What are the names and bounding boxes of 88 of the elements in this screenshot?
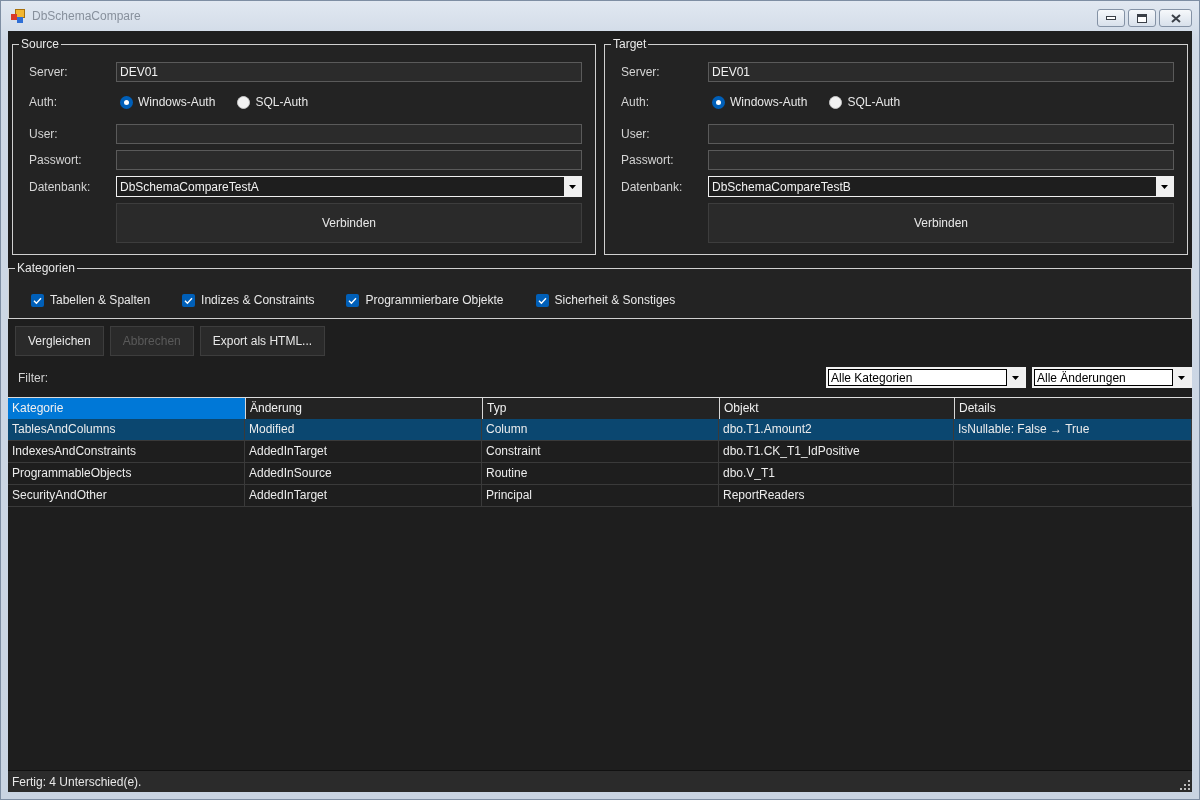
table-row[interactable]: TablesAndColumns Modified Column dbo.T1.Amount2 IsNullable: False → True	[8, 419, 1192, 441]
caret-icon	[1178, 375, 1185, 380]
table-cell: AddedInTarget	[245, 485, 482, 506]
table-cell: Principal	[482, 485, 719, 506]
table-cell: IsNullable: False → True	[954, 419, 1192, 440]
dropdown-button[interactable]	[564, 177, 581, 196]
user-field[interactable]	[116, 124, 582, 144]
connect-button[interactable]: Verbinden	[708, 203, 1174, 243]
caret-icon	[1161, 184, 1168, 189]
dropdown-button[interactable]	[1173, 369, 1190, 386]
field-label: User:	[29, 127, 58, 141]
table-cell: TablesAndColumns	[8, 419, 245, 440]
window-title: DbSchemaCompare	[32, 9, 141, 23]
checkbox-label[interactable]: Programmierbare Objekte	[365, 293, 504, 307]
filter-label: Filter:	[18, 370, 48, 385]
caret-icon	[1012, 375, 1019, 380]
action-button[interactable]: Export als HTML...	[199, 326, 326, 356]
table-cell: Constraint	[482, 441, 719, 462]
table-row[interactable]: IndexesAndConstraints AddedInTarget Constraint dbo.T1.CK_T1_IdPositive	[8, 441, 1192, 463]
filter-dropdown[interactable]: Alle Änderungen	[1032, 367, 1192, 388]
table-cell: Modified	[245, 419, 482, 440]
table-row[interactable]: SecurityAndOther AddedInTarget Principal ReportReaders	[8, 485, 1192, 507]
column-header[interactable]: Kategorie	[8, 398, 245, 419]
field-label: Passwort:	[621, 153, 674, 167]
database-dropdown[interactable]: DbSchemaCompareTestB	[708, 176, 1174, 197]
group-title: Kategorien	[16, 261, 77, 275]
minimize-button[interactable]	[1097, 9, 1125, 27]
user-field[interactable]	[708, 124, 1174, 144]
radio-button[interactable]	[712, 95, 725, 109]
table-cell: AddedInTarget	[245, 441, 482, 462]
column-header[interactable]: Typ	[482, 398, 719, 419]
dropdown-button[interactable]	[1156, 177, 1173, 196]
checkbox[interactable]	[535, 293, 549, 307]
table-cell: Column	[482, 419, 719, 440]
close-icon	[1170, 13, 1181, 23]
connect-button[interactable]: Verbinden	[116, 203, 582, 243]
table-cell: dbo.T1.Amount2	[719, 419, 954, 440]
server-field[interactable]: DEV01	[116, 62, 582, 82]
column-header[interactable]: Änderung	[245, 398, 482, 419]
minimize-icon	[1106, 16, 1116, 20]
field-label: Passwort:	[29, 153, 82, 167]
table-cell: Routine	[482, 463, 719, 484]
field-label: User:	[621, 127, 650, 141]
size-grip-icon[interactable]	[1180, 780, 1190, 790]
column-header[interactable]: Objekt	[719, 398, 954, 419]
maximize-button[interactable]	[1128, 9, 1156, 27]
radio-label[interactable]: Windows-Auth	[730, 95, 808, 109]
group-title: Target	[612, 37, 648, 51]
table-cell: ReportReaders	[719, 485, 954, 506]
caret-icon	[569, 184, 576, 189]
database-dropdown[interactable]: DbSchemaCompareTestA	[116, 176, 582, 197]
table-cell: AddedInSource	[245, 463, 482, 484]
field-label: Server:	[29, 65, 68, 79]
close-button[interactable]	[1159, 9, 1192, 27]
table-cell: dbo.T1.CK_T1_IdPositive	[719, 441, 954, 462]
checkbox-label[interactable]: Indizes & Constraints	[201, 293, 315, 307]
table-cell: dbo.V_T1	[719, 463, 954, 484]
radio-button[interactable]	[237, 95, 251, 109]
radio-button[interactable]	[120, 95, 133, 109]
checkbox-label[interactable]: Tabellen & Spalten	[50, 293, 151, 307]
status-text: Fertig: 4 Unterschied(e).	[12, 774, 142, 789]
group-title: Source	[20, 37, 61, 51]
app-icon	[11, 9, 25, 23]
field-label: Auth:	[621, 95, 650, 109]
table-row[interactable]: ProgrammableObjects AddedInSource Routine dbo.V_T1	[8, 463, 1192, 485]
action-button[interactable]: Vergleichen	[15, 326, 104, 356]
maximize-icon	[1137, 13, 1147, 23]
field-label: Datenbank:	[29, 179, 91, 194]
table-cell: SecurityAndOther	[8, 485, 245, 506]
checkbox[interactable]	[182, 293, 196, 307]
dropdown-button[interactable]	[1007, 369, 1024, 386]
checkbox[interactable]	[346, 293, 360, 307]
password-field[interactable]	[116, 150, 582, 170]
radio-label[interactable]: SQL-Auth	[255, 95, 309, 109]
checkbox[interactable]	[31, 293, 44, 307]
filter-dropdown[interactable]: Alle Kategorien	[826, 367, 1026, 388]
field-label: Datenbank:	[621, 179, 683, 194]
table-cell: ProgrammableObjects	[8, 463, 245, 484]
password-field[interactable]	[708, 150, 1174, 170]
column-header[interactable]: Details	[954, 398, 1192, 419]
radio-button[interactable]	[829, 95, 843, 109]
radio-label[interactable]: SQL-Auth	[847, 95, 901, 109]
radio-label[interactable]: Windows-Auth	[138, 95, 216, 109]
checkbox-label[interactable]: Sicherheit & Sonstiges	[554, 293, 676, 307]
table-cell: IndexesAndConstraints	[8, 441, 245, 462]
field-label: Auth:	[29, 95, 58, 109]
field-label: Server:	[621, 65, 660, 79]
server-field[interactable]: DEV01	[708, 62, 1174, 82]
